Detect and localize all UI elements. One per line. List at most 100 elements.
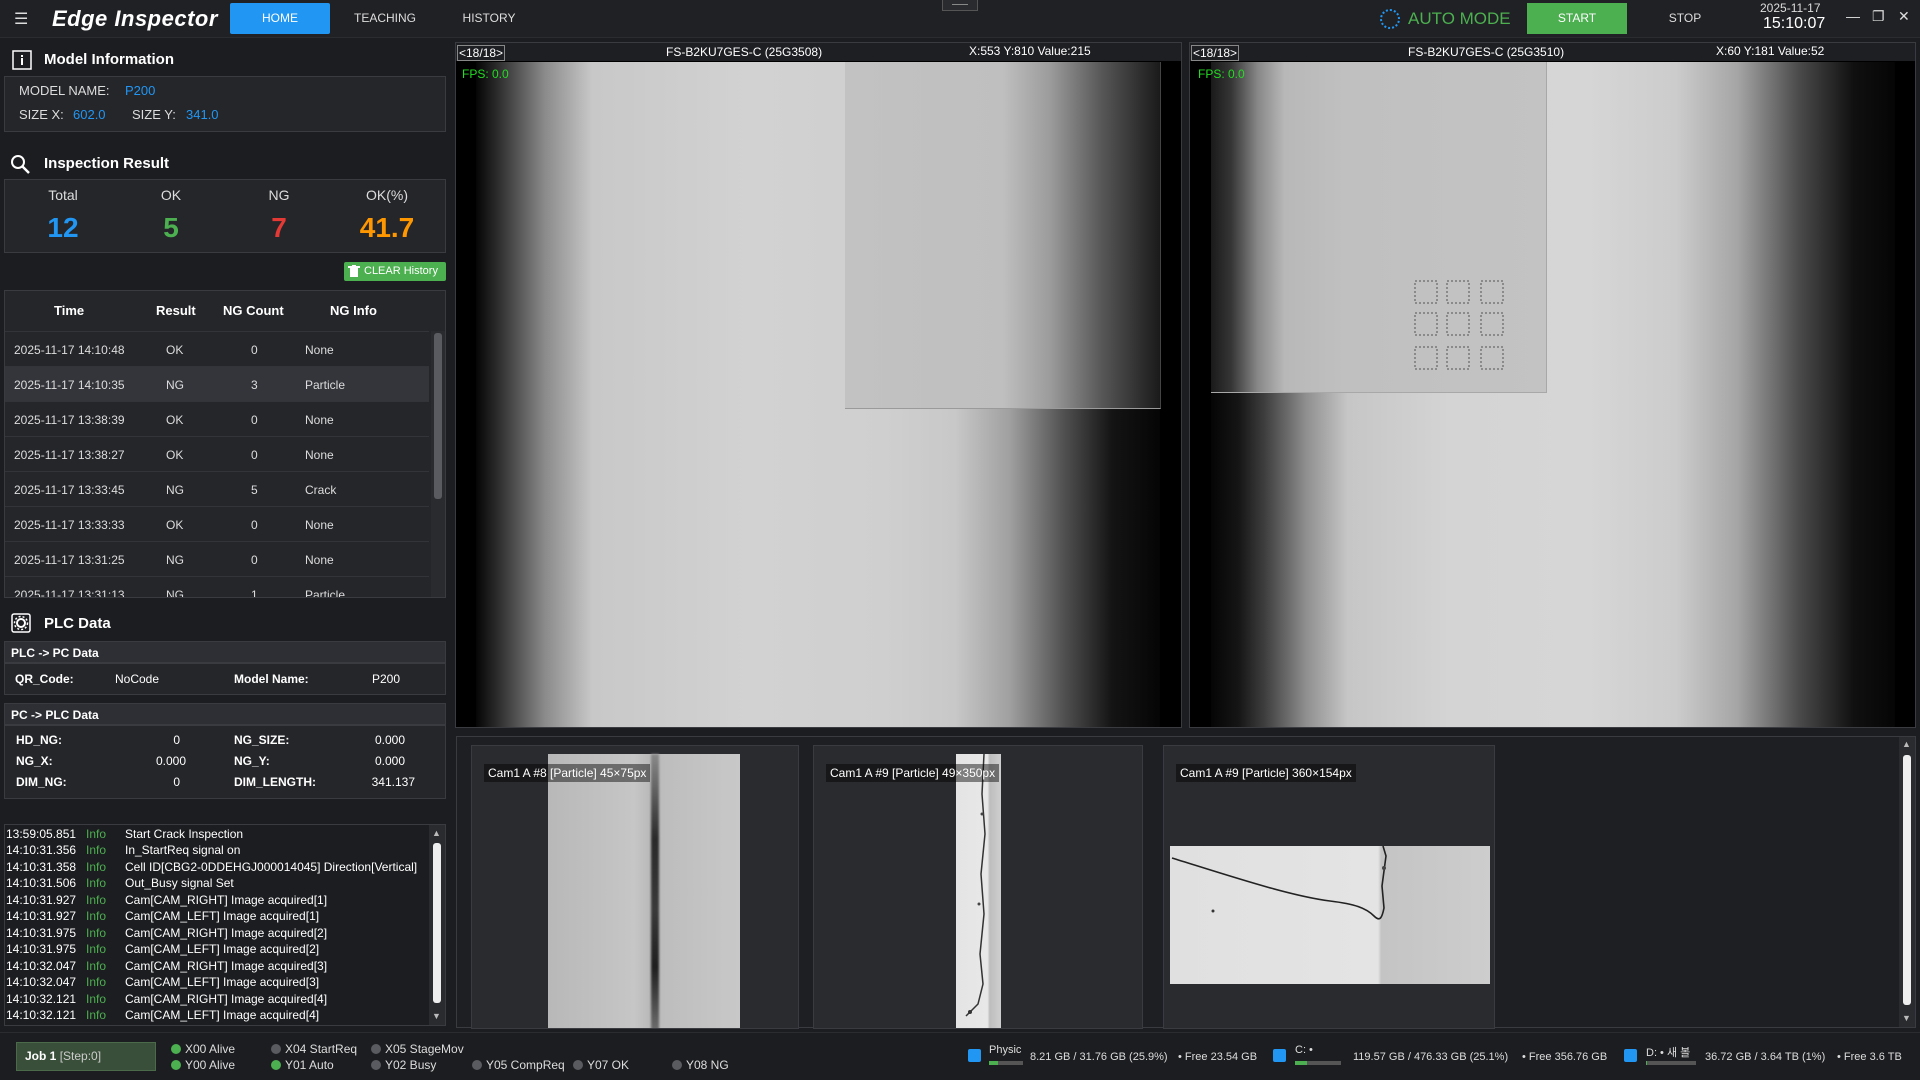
total-value: 12 [47, 212, 79, 243]
thumbnail-label: Cam1 A #9 [Particle] 49×350px [826, 764, 1000, 782]
ng-value: 7 [271, 212, 287, 243]
scroll-up-icon[interactable]: ▲ [432, 828, 441, 838]
crack-defect [1171, 846, 1387, 920]
drive-c-icon [1273, 1049, 1286, 1062]
defect-thumbnail[interactable]: Cam1 A #9 [Particle] 360×154px [1163, 745, 1495, 1029]
stop-button[interactable]: STOP [1640, 3, 1730, 34]
memory-name: Physic [989, 1044, 1022, 1056]
camera-view-left[interactable]: <18/18> FS-B2KU7GES-C (25G3508) X:553 Y:… [455, 42, 1182, 728]
row-ng-info: Particle [305, 588, 346, 598]
restore-icon[interactable]: ❐ [1872, 8, 1885, 25]
scroll-up-icon[interactable]: ▲ [1902, 739, 1911, 749]
drive-c-usage: 119.57 GB / 476.33 GB (25.1%) [1353, 1051, 1509, 1063]
drive-d-free: • Free 3.6 TB [1837, 1051, 1902, 1063]
nav-home[interactable]: HOME [230, 3, 330, 34]
plc-data-title: PLC Data [44, 615, 111, 632]
pixel-readout: X:60 Y:181 Value:52 [1716, 44, 1825, 58]
log-scroll-thumb[interactable] [433, 843, 441, 1003]
image-nav[interactable]: <18/18> [1191, 45, 1240, 61]
row-result: OK [166, 518, 184, 532]
drive-d-name: D: • 새 볼 [1646, 1047, 1691, 1059]
table-row[interactable]: 2025-11-17 14:10:48 OK 0 None [5, 331, 429, 366]
close-icon[interactable]: ✕ [1898, 8, 1910, 25]
qr-code-label: QR_Code: [15, 672, 74, 686]
crack-defect [965, 754, 986, 1017]
ok-percent-label: OK(%) [366, 187, 408, 203]
drive-c-usage-bar [1295, 1061, 1341, 1065]
model-name-value-plc: P200 [372, 672, 401, 686]
table-row[interactable]: 2025-11-17 14:10:35 NG 3 Particle [5, 366, 429, 401]
row-result: NG [166, 588, 184, 598]
pc-to-plc-header: PC -> PLC Data [4, 703, 446, 725]
camera-image [476, 62, 1161, 727]
sample-plate [845, 62, 1161, 409]
row-time: 2025-11-17 13:33:45 [14, 483, 125, 497]
row-time: 2025-11-17 13:38:27 [14, 448, 125, 462]
camera-view-right[interactable]: <18/18> FS-B2KU7GES-C (25G3510) X:60 Y:1… [1189, 42, 1916, 728]
pc-to-plc-box: HD_NG: 0 NG_SIZE: 0.000 NG_X: 0.000 NG_Y… [4, 725, 446, 799]
inspection-result-title: Inspection Result [44, 155, 170, 172]
thumbnail-scrollbar[interactable]: ▲ ▼ [1899, 737, 1915, 1027]
qr-code-value: NoCode [115, 672, 160, 686]
mode-status: AUTO MODE [1408, 9, 1511, 28]
row-result: NG [166, 553, 184, 567]
ng-x-label: NG_X: [16, 754, 53, 768]
ng-y-value: 0.000 [374, 754, 405, 768]
row-ng-info: Particle [305, 378, 346, 392]
nav-teaching[interactable]: TEACHING [340, 3, 430, 34]
ng-label: NG [268, 187, 290, 203]
thumbnail-scroll-thumb[interactable] [1903, 755, 1911, 1005]
hd-ng-value: 0 [173, 733, 180, 747]
row-ng-count: 0 [251, 343, 258, 357]
table-row[interactable]: 2025-11-17 13:38:39 OK 0 None [5, 401, 429, 436]
start-button[interactable]: START [1527, 3, 1627, 34]
memory-icon [968, 1049, 981, 1062]
job-indicator[interactable]: Job 1 [Step:0] [16, 1042, 156, 1071]
ng-size-value: 0.000 [374, 733, 405, 747]
table-row[interactable]: 2025-11-17 13:33:45 NG 5 Crack [5, 471, 429, 506]
history-scrollbar[interactable] [431, 331, 445, 597]
ok-percent-value: 41.7 [359, 212, 415, 243]
defect-thumbnail[interactable]: Cam1 A #8 [Particle] 45×75px [471, 745, 799, 1029]
camera-header: <18/18> FS-B2KU7GES-C (25G3508) X:553 Y:… [456, 43, 1181, 61]
log-scrollbar[interactable]: ▲ ▼ [429, 825, 445, 1025]
io-y05: Y05 CompReq [472, 1058, 565, 1072]
auto-mode-icon [1380, 9, 1400, 29]
job-name: Job 1 [25, 1049, 57, 1063]
search-icon [11, 155, 30, 174]
minimize-icon[interactable]: — [1846, 8, 1860, 24]
table-row[interactable]: 2025-11-17 13:31:13 NG 1 Particle [5, 576, 429, 598]
io-y00: Y00 Alive [171, 1058, 235, 1072]
nav-history[interactable]: HISTORY [444, 3, 534, 34]
trash-icon [348, 265, 360, 277]
io-y01: Y01 Auto [271, 1058, 334, 1072]
table-row[interactable]: 2025-11-17 13:38:27 OK 0 None [5, 436, 429, 471]
collapse-handle[interactable] [942, 0, 978, 11]
dim-length-value: 341.137 [371, 775, 415, 789]
clear-history-button[interactable]: CLEAR History [344, 262, 446, 281]
image-nav[interactable]: <18/18> [457, 45, 506, 61]
size-y-label: SIZE Y: [132, 107, 176, 122]
pixel-readout: X:553 Y:810 Value:215 [969, 44, 1091, 58]
gear-icon [11, 613, 31, 633]
drive-d-icon [1624, 1049, 1637, 1062]
row-ng-info: None [305, 343, 334, 357]
history-scroll-thumb[interactable] [434, 333, 442, 499]
defect-thumbnail[interactable]: Cam1 A #9 [Particle] 49×350px [813, 745, 1143, 1029]
scroll-down-icon[interactable]: ▼ [1902, 1013, 1911, 1023]
row-ng-info: None [305, 518, 334, 532]
drive-d-usage-bar [1646, 1061, 1696, 1065]
scroll-down-icon[interactable]: ▼ [432, 1011, 441, 1021]
table-row[interactable]: 2025-11-17 13:33:33 OK 0 None [5, 506, 429, 541]
io-y07: Y07 OK [573, 1058, 629, 1072]
thumbnail-label: Cam1 A #8 [Particle] 45×75px [484, 764, 651, 782]
thumbnail-label: Cam1 A #9 [Particle] 360×154px [1176, 764, 1356, 782]
row-ng-info: None [305, 448, 334, 462]
row-time: 2025-11-17 14:10:48 [14, 343, 125, 357]
row-time: 2025-11-17 13:38:39 [14, 413, 125, 427]
row-result: NG [166, 378, 184, 392]
menu-icon[interactable]: ☰ [14, 9, 28, 29]
table-row[interactable]: 2025-11-17 13:31:25 NG 0 None [5, 541, 429, 576]
log-panel[interactable]: 13:59:05.851 Info Start Crack Inspection 1… [4, 824, 446, 1026]
model-info-title: Model Information [44, 51, 174, 68]
